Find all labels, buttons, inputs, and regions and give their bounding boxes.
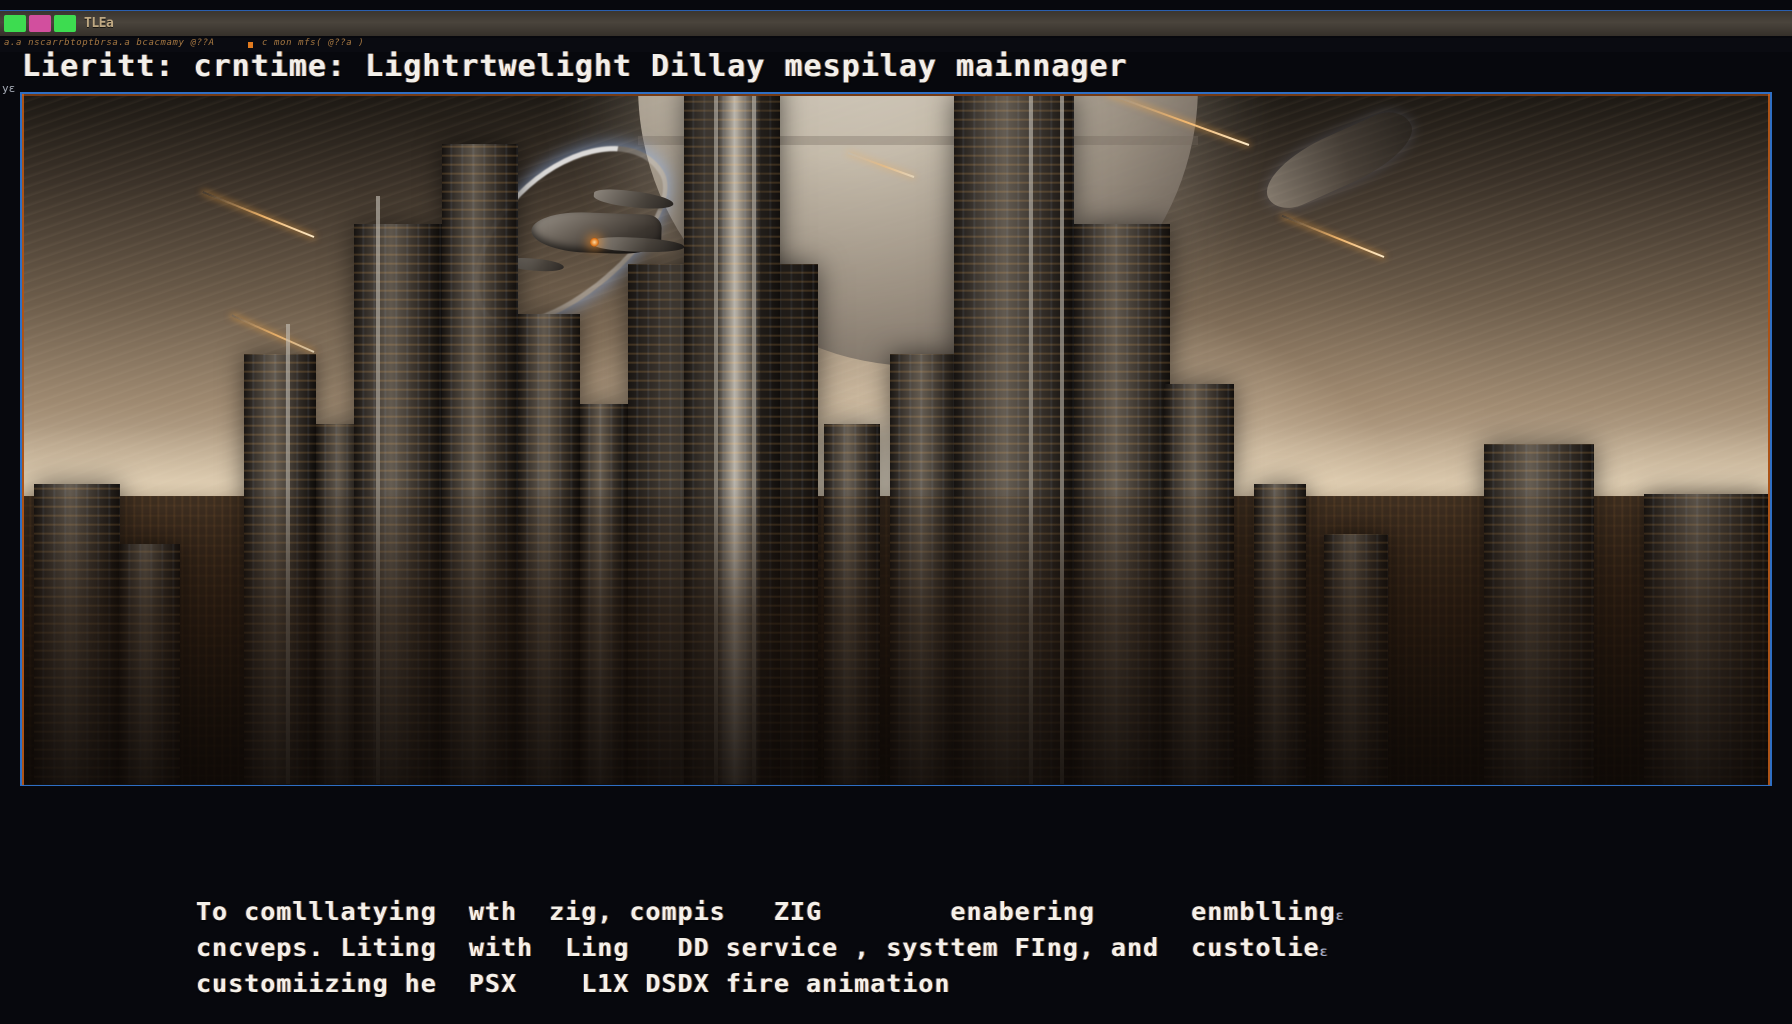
tab-strip-filler: [113, 11, 1792, 36]
tab-strip[interactable]: TLEa: [0, 10, 1792, 36]
spire-central-left: [714, 96, 718, 784]
caption-line-2: cncveps. Liting with Ling DD service , s…: [196, 932, 1772, 968]
caption-line-2-text: cncveps. Liting with Ling DD service , s…: [196, 933, 1320, 962]
swatch-magenta-icon[interactable]: [29, 15, 51, 32]
window-top-edge: [0, 0, 1792, 10]
caption-line-3: customiizing he PSX L1X DSDX fire animat…: [196, 968, 1772, 1004]
tower-right-wide: [1164, 384, 1234, 784]
tower-far-left-b: [120, 544, 180, 784]
tower-left-tall: [354, 224, 442, 784]
spire-left-b: [286, 324, 290, 784]
spire-left-a: [376, 196, 380, 784]
caption-line-1-text: To comlllatying wth zig, compis ZIG enab…: [196, 897, 1336, 926]
edge-glyph: yɛ: [2, 82, 16, 95]
tower-right-mid: [1074, 224, 1170, 784]
caption-line-2-tail: ɛ: [1319, 945, 1328, 960]
tab-color-swatches: [4, 15, 76, 32]
swatch-green-2-icon[interactable]: [54, 15, 76, 32]
swatch-green-1-icon[interactable]: [4, 15, 26, 32]
tower-inner-right: [824, 424, 880, 784]
tower-right-far-a: [1254, 484, 1306, 784]
image-viewport: [24, 96, 1768, 784]
tower-right-edge: [1484, 444, 1594, 784]
tower-right-far-b: [1324, 534, 1388, 784]
page-title: Lieritt: crntime: Lightrtwelight Dillay …: [22, 48, 1128, 84]
caption-block: To comlllatying wth zig, compis ZIG enab…: [20, 890, 1772, 1010]
tower-right-tall: [954, 96, 1074, 784]
tower-far-left-a: [34, 484, 120, 784]
tower-left-slab: [244, 354, 316, 784]
tower-right-corner: [1644, 494, 1768, 784]
tower-right-block: [890, 354, 964, 784]
spire-right-b: [1060, 96, 1064, 784]
tower-left-wide: [518, 314, 580, 784]
spire-central-right: [752, 96, 756, 784]
terminal-image-viewer-window: TLEa a.a nscarrbtoptbrsa.a bcacmamy @??A…: [0, 0, 1792, 1024]
caption-line-3-text: customiizing he PSX L1X DSDX fire animat…: [196, 969, 951, 998]
tower-inner-left: [580, 404, 628, 784]
caption-line-1: To comlllatying wth zig, compis ZIG enab…: [196, 896, 1772, 932]
tower-left-spired: [442, 144, 518, 784]
caption-line-1-tail: ɛ: [1335, 909, 1344, 924]
image-viewport-frame[interactable]: [20, 92, 1772, 786]
spire-right-a: [1029, 96, 1033, 784]
tab-label: TLEa: [84, 16, 114, 31]
